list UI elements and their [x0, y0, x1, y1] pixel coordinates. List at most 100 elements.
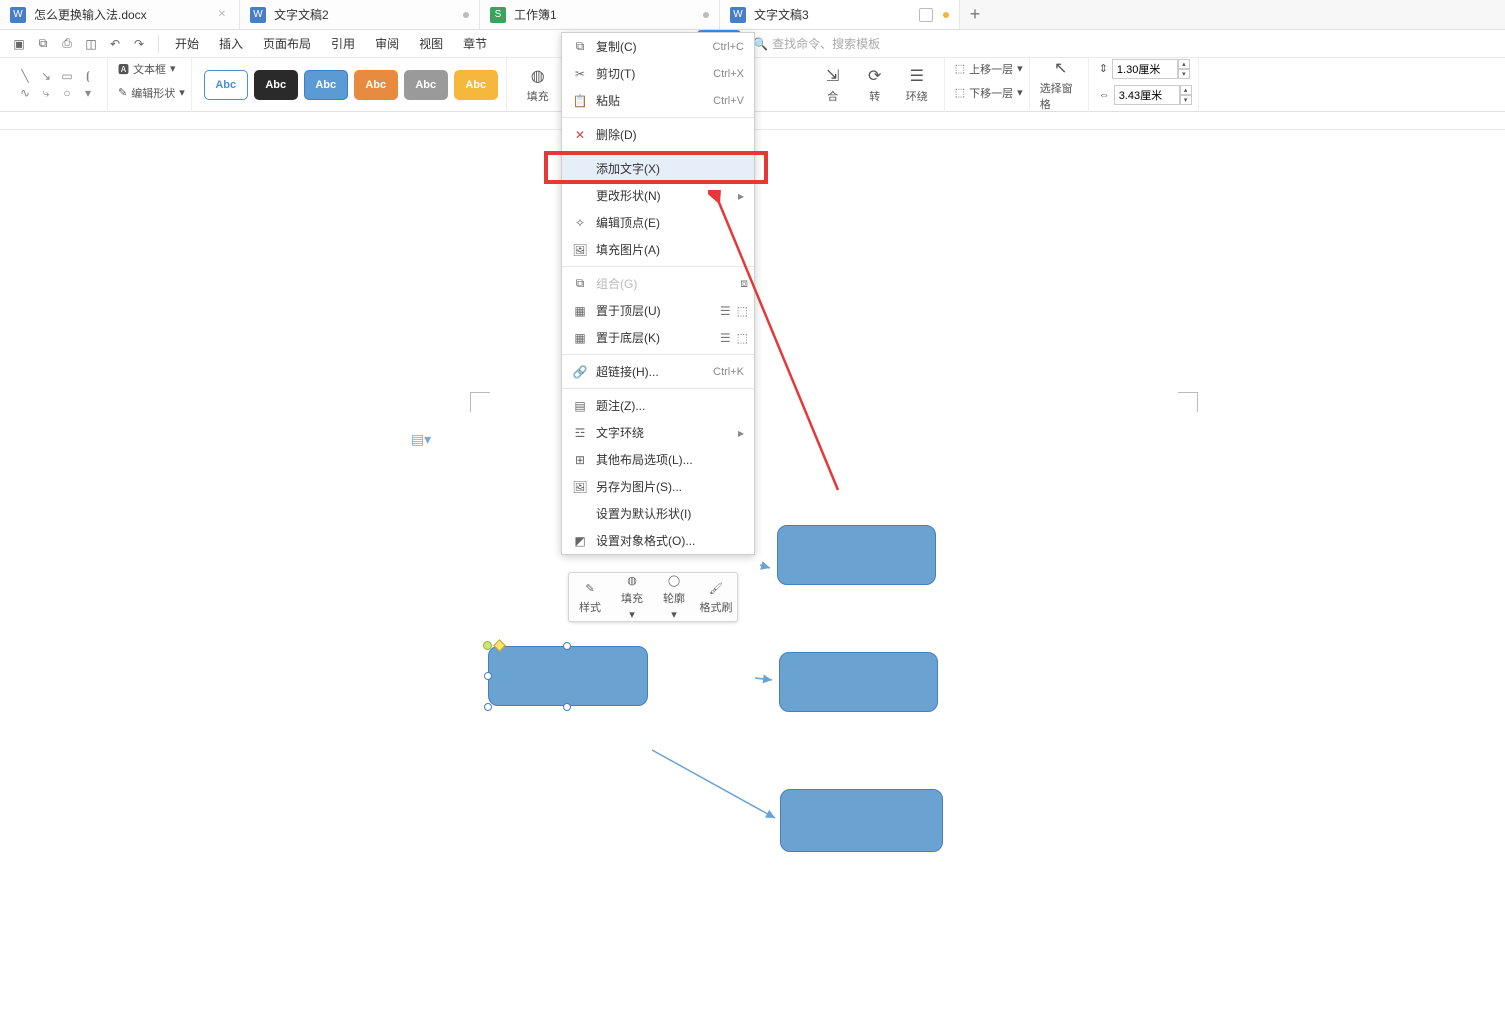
back-icon: ▦: [570, 331, 590, 345]
mini-fill-button[interactable]: ◍填充▾: [611, 573, 653, 621]
editshape-button[interactable]: ✎编辑形状 ▾: [118, 82, 185, 104]
style-6[interactable]: Abc: [454, 70, 498, 100]
ellipse-icon[interactable]: ○: [58, 86, 76, 100]
selection-pane-button[interactable]: ↖选择窗格: [1040, 60, 1082, 110]
preview-icon[interactable]: ◫: [80, 33, 102, 55]
ctx-layout-options[interactable]: ⊞其他布局选项(L)...: [562, 446, 754, 473]
bucket-icon: ◍: [528, 66, 548, 86]
add-tab-button[interactable]: +: [960, 0, 990, 29]
shape-gallery[interactable]: ╲ ↘ ▭ ⦗ ∿ ⤷ ○ ▾: [6, 58, 108, 112]
tab-doc2[interactable]: W 文字文稿2: [240, 0, 480, 29]
send-backward-button[interactable]: ⬚下移一层 ▾: [955, 82, 1023, 104]
ctx-bring-front[interactable]: ▦置于顶层(U)☰⬚: [562, 297, 754, 324]
wrap-button[interactable]: ☰环绕: [896, 60, 938, 110]
style-5[interactable]: Abc: [404, 70, 448, 100]
ctx-send-back[interactable]: ▦置于底层(K)☰⬚: [562, 324, 754, 351]
back-alt2-icon[interactable]: ⬚: [737, 331, 748, 345]
curve-icon[interactable]: ∿: [16, 86, 34, 100]
ctx-add-text[interactable]: 添加文字(X): [562, 155, 754, 182]
tab-ref[interactable]: 引用: [321, 30, 365, 58]
mini-style-button[interactable]: ✎样式: [569, 573, 611, 621]
shape-rect-1[interactable]: [777, 525, 936, 585]
arrow-icon[interactable]: ↘: [37, 69, 55, 83]
back-alt1-icon[interactable]: ☰: [720, 331, 731, 345]
undo-icon[interactable]: ↶: [104, 33, 126, 55]
link-icon: 🔗: [570, 365, 590, 379]
ctx-edit-points[interactable]: ✧编辑顶点(E): [562, 209, 754, 236]
align-button[interactable]: ⇲合: [812, 60, 854, 110]
textbox-button[interactable]: 🅰文本框 ▾: [118, 58, 176, 80]
mini-outline-button[interactable]: ◯轮廓▾: [653, 573, 695, 621]
tab-home[interactable]: 开始: [165, 30, 209, 58]
save-icon[interactable]: ▣: [8, 33, 30, 55]
shape-width[interactable]: ⇔ ▴▾: [1099, 84, 1192, 106]
bring-forward-button[interactable]: ⬚上移一层 ▾: [955, 58, 1023, 80]
style-2[interactable]: Abc: [254, 70, 298, 100]
resize-handle-icon[interactable]: [484, 703, 492, 711]
cut-icon: ✂: [570, 67, 590, 81]
print-icon[interactable]: ⎙: [56, 33, 78, 55]
ctx-caption[interactable]: ▤题注(Z)...: [562, 392, 754, 419]
shape-rect-2[interactable]: [779, 652, 938, 712]
shape-rect-3[interactable]: [780, 789, 943, 852]
close-tab-icon[interactable]: ✕: [215, 8, 229, 22]
resize-handle-icon[interactable]: [484, 672, 492, 680]
rect-icon[interactable]: ▭: [58, 69, 76, 83]
shape-styles[interactable]: Abc Abc Abc Abc Abc Abc: [196, 58, 507, 112]
tab-doc1[interactable]: W 怎么更换输入法.docx ✕: [0, 0, 240, 29]
more-shapes-icon[interactable]: ▾: [79, 86, 97, 100]
tab-view[interactable]: 视图: [409, 30, 453, 58]
ctx-format-object[interactable]: ◩设置对象格式(O)...: [562, 527, 754, 554]
style-3[interactable]: Abc: [304, 70, 348, 100]
ctx-change-shape[interactable]: 更改形状(N)▸: [562, 182, 754, 209]
front-alt2-icon[interactable]: ⬚: [737, 304, 748, 318]
command-search[interactable]: 🔍 查找命令、搜索模板: [753, 35, 880, 52]
sheet-icon: S: [490, 7, 506, 23]
ctx-paste[interactable]: 📋粘贴Ctrl+V: [562, 87, 754, 114]
tab-section[interactable]: 章节: [453, 30, 497, 58]
ctx-copy[interactable]: ⧉复制(C)Ctrl+C: [562, 33, 754, 60]
front-alt1-icon[interactable]: ☰: [720, 304, 731, 318]
separator: [562, 388, 754, 389]
format-icon: ◩: [570, 534, 590, 548]
rotate-button[interactable]: ⟳转: [854, 60, 896, 110]
brace-icon[interactable]: ⦗: [79, 69, 97, 83]
mini-format-painter-button[interactable]: 🖌格式刷: [695, 573, 737, 621]
style-4[interactable]: Abc: [354, 70, 398, 100]
spin-down-icon[interactable]: ▾: [1180, 95, 1192, 105]
rotate-handle-icon[interactable]: [483, 641, 492, 650]
ctx-set-default[interactable]: 设置为默认形状(I): [562, 500, 754, 527]
paragraph-mark-icon[interactable]: ▤▾: [412, 430, 430, 448]
selected-shape[interactable]: [488, 646, 648, 706]
outline-icon: ◯: [664, 573, 684, 588]
width-input[interactable]: [1114, 85, 1180, 105]
ctx-text-wrap[interactable]: ☲文字环绕▸: [562, 419, 754, 446]
spin-down-icon[interactable]: ▾: [1178, 69, 1190, 79]
spin-up-icon[interactable]: ▴: [1178, 59, 1190, 69]
margin-corner-icon: [470, 392, 490, 412]
resize-handle-icon[interactable]: [563, 703, 571, 711]
present-icon[interactable]: [919, 8, 933, 22]
connector-icon[interactable]: ⤷: [37, 86, 55, 100]
tab-doc3[interactable]: W 文字文稿3: [720, 0, 960, 29]
style-1[interactable]: Abc: [204, 70, 248, 100]
shape-height[interactable]: ⇕ ▴▾: [1099, 58, 1190, 80]
tab-sheet1[interactable]: S 工作簿1: [480, 0, 720, 29]
tab-layout[interactable]: 页面布局: [253, 30, 321, 58]
redo-icon[interactable]: ↷: [128, 33, 150, 55]
spin-up-icon[interactable]: ▴: [1180, 85, 1192, 95]
height-input[interactable]: [1112, 59, 1178, 79]
paste-quick-icon[interactable]: ⧉: [32, 33, 54, 55]
ctx-hyperlink[interactable]: 🔗超链接(H)...Ctrl+K: [562, 358, 754, 385]
ctx-save-as-pic[interactable]: 🖼另存为图片(S)...: [562, 473, 754, 500]
ctx-delete[interactable]: ✕删除(D): [562, 121, 754, 148]
ctx-cut[interactable]: ✂剪切(T)Ctrl+X: [562, 60, 754, 87]
resize-handle-icon[interactable]: [563, 642, 571, 650]
line-icon[interactable]: ╲: [16, 69, 34, 83]
ctx-fill-picture[interactable]: 🖼填充图片(A): [562, 236, 754, 263]
search-icon: 🔍: [753, 37, 768, 51]
tab-insert[interactable]: 插入: [209, 30, 253, 58]
fill-button[interactable]: ◍填充: [517, 60, 559, 110]
caption-icon: ▤: [570, 399, 590, 413]
tab-review[interactable]: 审阅: [365, 30, 409, 58]
